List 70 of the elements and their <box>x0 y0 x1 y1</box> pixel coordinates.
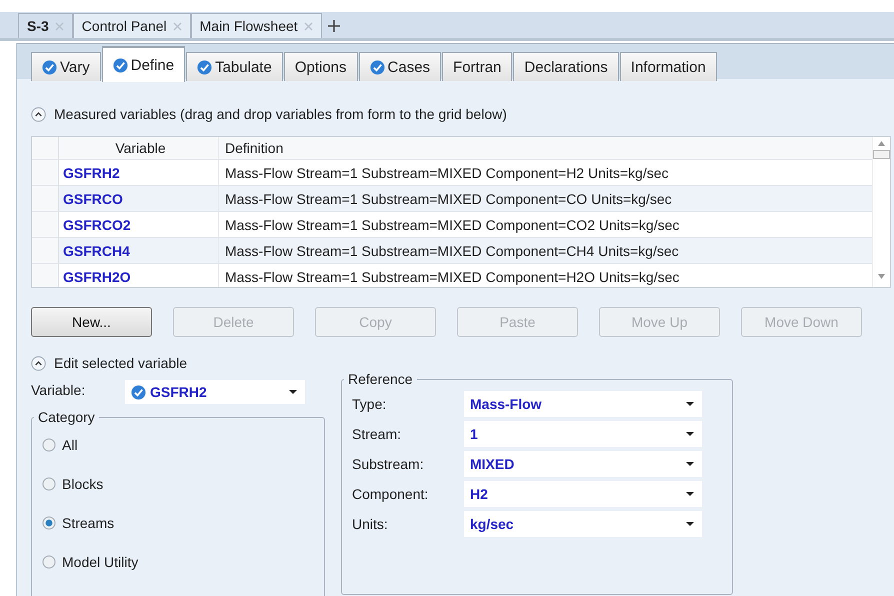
action-button[interactable]: New... <box>31 307 152 337</box>
field-label: Substream: <box>352 456 425 472</box>
caret-icon <box>686 402 694 406</box>
scrollbar[interactable] <box>872 137 890 287</box>
close-icon[interactable] <box>172 22 182 30</box>
field-label: Units: <box>352 516 389 532</box>
caret-icon <box>686 462 694 466</box>
collapse-icon[interactable] <box>31 106 46 122</box>
variable-cell[interactable]: GSFRCH4 <box>59 238 219 263</box>
definition-cell-text: Mass-Flow Stream=1 Substream=MIXED Component=CH4 Units=kg/sec <box>224 242 679 258</box>
definition-cell-text: Mass-Flow Stream=1 Substream=MIXED Component=H2O Units=kg/sec <box>224 268 680 284</box>
document-tab[interactable]: Main Flowsheet <box>190 13 322 38</box>
section-title: Measured variables (drag and drop variables from form to the grid below) <box>54 106 507 122</box>
check-icon <box>370 60 385 74</box>
row-header[interactable] <box>32 264 59 287</box>
tab[interactable]: Options <box>284 52 358 81</box>
category-radio[interactable]: Blocks <box>42 464 314 503</box>
group-title: Category <box>37 409 96 425</box>
row-header[interactable] <box>32 160 59 185</box>
scroll-up-icon[interactable] <box>878 141 885 146</box>
tab[interactable]: Define <box>102 46 186 82</box>
add-tab-icon[interactable] <box>328 20 340 32</box>
check-icon <box>197 60 212 74</box>
variable-label: Variable: <box>31 382 86 398</box>
tab[interactable]: Cases <box>358 52 442 81</box>
close-icon[interactable] <box>304 22 313 30</box>
section-title: Edit selected variable <box>54 355 188 371</box>
definition-cell-text: Mass-Flow Stream=1 Substream=MIXED Component=CO2 Units=kg/sec <box>224 216 680 232</box>
reference-dropdown[interactable]: H2 <box>464 481 702 507</box>
variable-cell[interactable]: GSFRCO2 <box>59 212 219 237</box>
check-icon <box>42 60 57 74</box>
tab[interactable]: Tabulate <box>186 52 283 81</box>
field-label: Component: <box>352 486 430 502</box>
row-header[interactable] <box>32 186 59 211</box>
tab[interactable]: Fortran <box>442 52 512 81</box>
field-label: Type: <box>352 396 388 412</box>
document-tab[interactable]: S-3 <box>18 13 73 38</box>
tab[interactable]: Information <box>620 52 717 81</box>
tab[interactable]: Declarations <box>513 52 619 81</box>
category-radio[interactable]: Model Utility <box>42 542 314 581</box>
reference-dropdown[interactable]: kg/sec <box>464 511 702 537</box>
variable-cell[interactable]: GSFRH2 <box>59 160 219 185</box>
group-title: Reference <box>347 371 414 387</box>
close-icon[interactable] <box>54 22 64 30</box>
scroll-thumb[interactable] <box>873 150 890 159</box>
definition-cell-text: Mass-Flow Stream=1 Substream=MIXED Component=CO Units=kg/sec <box>224 190 672 206</box>
caret-icon <box>686 432 694 436</box>
scroll-down-icon[interactable] <box>878 274 885 279</box>
caret-icon <box>686 492 694 496</box>
row-header[interactable] <box>32 238 59 263</box>
field-label: Stream: <box>352 426 402 442</box>
variable-cell[interactable]: GSFRCO <box>59 186 219 211</box>
check-icon <box>131 384 146 400</box>
column-header: Definition <box>224 140 284 156</box>
collapse-icon[interactable] <box>31 356 46 370</box>
caret-icon <box>686 522 694 526</box>
check-icon <box>112 58 128 72</box>
tab[interactable]: Vary <box>31 52 101 81</box>
definition-cell-text: Mass-Flow Stream=1 Substream=MIXED Component=H2 Units=kg/sec <box>224 164 669 180</box>
category-radio[interactable]: Streams <box>42 503 314 542</box>
row-header[interactable] <box>32 212 59 237</box>
variable-dropdown[interactable]: GSFRH2 <box>125 380 305 404</box>
variable-cell[interactable]: GSFRH2O <box>59 264 219 287</box>
caret-icon <box>289 390 297 394</box>
category-radio[interactable]: All <box>42 425 314 464</box>
reference-dropdown[interactable]: MIXED <box>464 451 702 477</box>
document-tab[interactable]: Control Panel <box>72 13 191 38</box>
reference-dropdown[interactable]: 1 <box>464 421 702 447</box>
reference-dropdown[interactable]: Mass-Flow <box>464 391 702 417</box>
column-header: Variable <box>59 137 219 159</box>
